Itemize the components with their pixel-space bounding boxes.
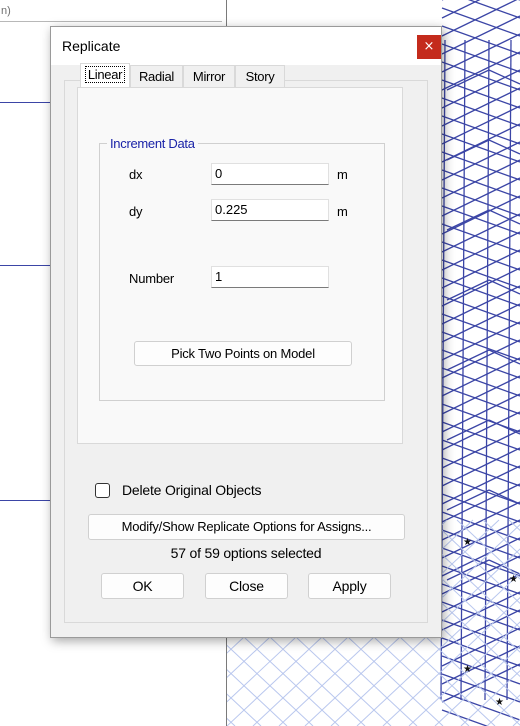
ok-button[interactable]: OK bbox=[101, 573, 184, 599]
tab-mirror-label: Mirror bbox=[192, 69, 226, 84]
model-frame-line bbox=[441, 0, 481, 19]
increment-data-legend: Increment Data bbox=[107, 136, 198, 151]
number-input[interactable]: 1 bbox=[211, 266, 329, 288]
support-joint-icon: ★ bbox=[463, 664, 472, 675]
dx-unit-label: m bbox=[337, 167, 348, 182]
support-joint-icon: ★ bbox=[509, 574, 518, 585]
model-frame-line bbox=[467, 0, 520, 19]
model-frame-line bbox=[488, 349, 520, 365]
number-label: Number bbox=[129, 271, 175, 286]
tab-linear-label: Linear bbox=[84, 66, 126, 83]
model-frame-line bbox=[441, 0, 518, 37]
support-joint-icon: ★ bbox=[495, 697, 504, 708]
tab-story-label: Story bbox=[245, 69, 275, 84]
dx-input[interactable]: 0 bbox=[211, 163, 329, 185]
delete-original-checkbox[interactable] bbox=[95, 483, 110, 498]
tab-radial[interactable]: Radial bbox=[130, 65, 183, 87]
options-selected-status: 57 of 59 options selected bbox=[170, 545, 322, 561]
dialog-title: Replicate bbox=[62, 38, 121, 54]
tab-mirror[interactable]: Mirror bbox=[183, 65, 235, 87]
dy-label: dy bbox=[129, 204, 143, 219]
modify-replicate-options-button[interactable]: Modify/Show Replicate Options for Assign… bbox=[88, 514, 405, 540]
tab-story[interactable]: Story bbox=[235, 65, 285, 87]
pick-two-points-button[interactable]: Pick Two Points on Model bbox=[134, 341, 352, 366]
tab-radial-label: Radial bbox=[138, 69, 175, 84]
model-frame-line bbox=[488, 419, 520, 435]
dy-input[interactable]: 0.225 bbox=[211, 199, 329, 221]
delete-original-label[interactable]: Delete Original Objects bbox=[122, 482, 262, 498]
model-frame-line bbox=[446, 349, 490, 371]
apply-button[interactable]: Apply bbox=[308, 573, 391, 599]
tab-linear[interactable]: Linear bbox=[80, 63, 130, 87]
plan-view-header-field: n) bbox=[0, 0, 222, 22]
dy-unit-label: m bbox=[337, 204, 348, 219]
close-icon[interactable]: × bbox=[417, 35, 441, 59]
dx-label: dx bbox=[129, 167, 143, 182]
model-frame-line bbox=[446, 489, 490, 511]
close-button[interactable]: Close bbox=[205, 573, 288, 599]
model-frame-line bbox=[446, 69, 490, 91]
